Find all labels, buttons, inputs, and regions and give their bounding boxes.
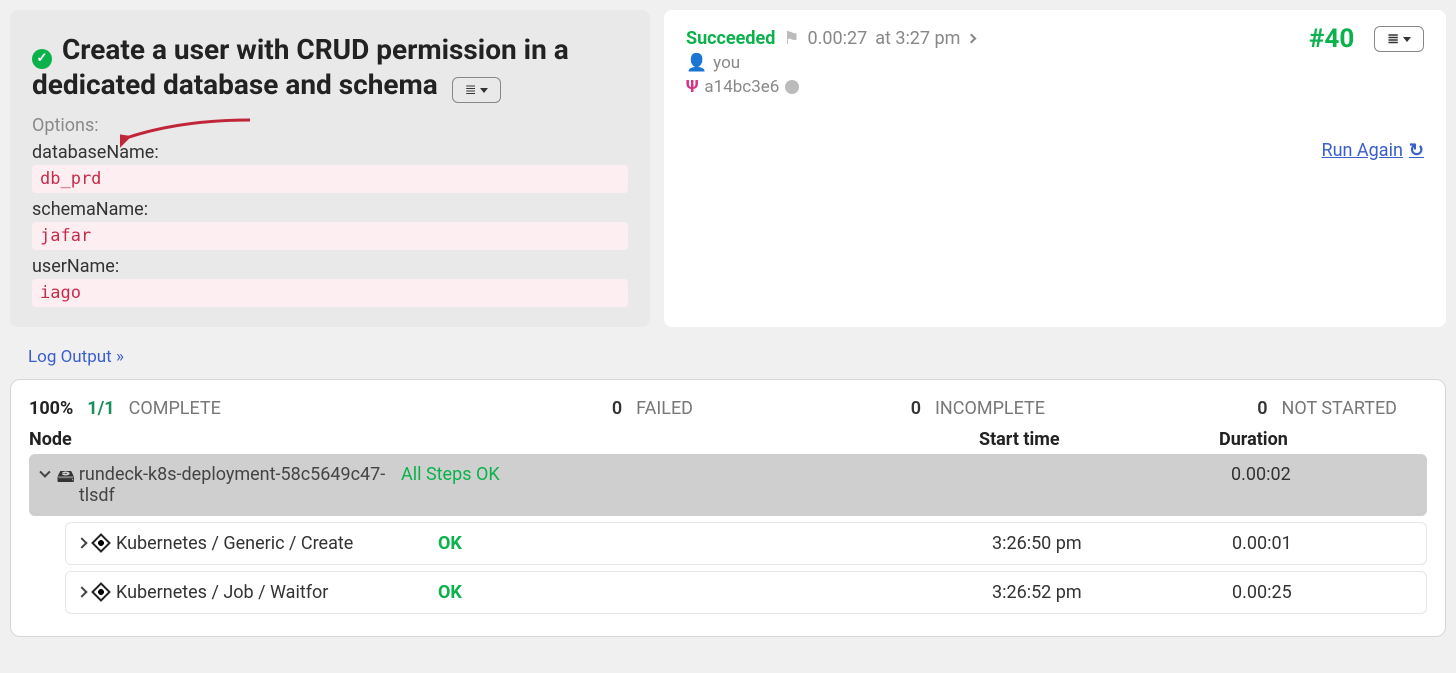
- node-row[interactable]: 🖴 rundeck-k8s-deployment-58c5649c47-tlsd…: [29, 454, 1427, 516]
- job-actions-menu[interactable]: ≣: [452, 77, 502, 103]
- summary-incomplete-count: 0: [911, 398, 921, 419]
- option-label: userName:: [32, 256, 628, 277]
- summary-notstarted-count: 0: [1257, 398, 1267, 419]
- execution-user: you: [713, 53, 740, 73]
- nodes-panel: 100% 1/1 COMPLETE 0 FAILED 0 INCOMPLETE …: [10, 379, 1446, 637]
- step-status: OK: [438, 533, 992, 554]
- summary-failed-label: FAILED: [636, 398, 693, 419]
- disc-icon: [785, 80, 799, 94]
- option-row: databaseName: db_prd: [32, 142, 628, 193]
- table-header: Node Start time Duration: [29, 429, 1427, 450]
- step-name: Kubernetes / Generic / Create: [116, 533, 353, 554]
- execution-actions-menu[interactable]: ≣: [1374, 26, 1424, 52]
- step-duration: 0.00:25: [1232, 582, 1414, 603]
- run-number: #40: [1309, 24, 1354, 54]
- execution-status: Succeeded: [686, 28, 775, 49]
- option-label: schemaName:: [32, 199, 628, 220]
- summary-fraction: 1/1: [87, 398, 114, 419]
- scm-hash: a14bc3e6: [704, 77, 779, 97]
- caret-down-icon: [1399, 31, 1411, 47]
- flag-icon: ⚑: [783, 28, 799, 49]
- node-duration: 0.00:02: [1231, 464, 1415, 485]
- summary-complete-label: COMPLETE: [129, 398, 221, 419]
- step-start: 3:26:52 pm: [992, 582, 1232, 603]
- step-row[interactable]: Kubernetes / Job / Waitfor OK 3:26:52 pm…: [65, 571, 1427, 614]
- node-status: All Steps OK: [401, 464, 991, 485]
- execution-summary-panel: Succeeded ⚑ 0.00:27 at 3:27 pm 👤 you Ψ a…: [664, 10, 1446, 327]
- job-definition-panel: Create a user with CRUD permission in a …: [10, 10, 650, 327]
- chevron-right-icon[interactable]: [967, 34, 977, 44]
- chevron-right-icon[interactable]: [76, 538, 87, 549]
- col-duration: Duration: [1219, 429, 1427, 450]
- option-row: schemaName: jafar: [32, 199, 628, 250]
- step-duration: 0.00:01: [1232, 533, 1414, 554]
- plugin-icon: [91, 582, 111, 602]
- col-node: Node: [29, 429, 389, 450]
- plugin-icon: [91, 533, 111, 553]
- step-status: OK: [438, 582, 992, 603]
- run-again-link[interactable]: Run Again ↻: [1322, 140, 1424, 161]
- node-name: rundeck-k8s-deployment-58c5649c47-tlsdf: [79, 464, 401, 506]
- option-label: databaseName:: [32, 142, 628, 163]
- col-start: Start time: [979, 429, 1219, 450]
- execution-time[interactable]: at 3:27 pm: [875, 28, 960, 49]
- fork-icon: Ψ: [686, 77, 698, 97]
- option-value: jafar: [32, 222, 628, 250]
- summary-failed-count: 0: [612, 398, 622, 419]
- step-row[interactable]: Kubernetes / Generic / Create OK 3:26:50…: [65, 522, 1427, 565]
- caret-down-icon: [476, 82, 488, 98]
- summary-notstarted-label: NOT STARTED: [1282, 398, 1398, 419]
- step-start: 3:26:50 pm: [992, 533, 1232, 554]
- summary-percent: 100%: [29, 398, 73, 419]
- server-icon: 🖴: [57, 464, 75, 494]
- person-icon: 👤: [686, 53, 707, 73]
- chevron-right-icon[interactable]: [76, 587, 87, 598]
- option-value: db_prd: [32, 165, 628, 193]
- step-name: Kubernetes / Job / Waitfor: [116, 582, 328, 603]
- summary-row: 100% 1/1 COMPLETE 0 FAILED 0 INCOMPLETE …: [29, 398, 1427, 419]
- summary-incomplete-label: INCOMPLETE: [935, 398, 1045, 419]
- options-heading: Options:: [32, 115, 628, 136]
- option-value: iago: [32, 279, 628, 307]
- log-output-link[interactable]: Log Output »: [28, 347, 124, 367]
- refresh-icon: ↻: [1409, 140, 1424, 161]
- option-row: userName: iago: [32, 256, 628, 307]
- elapsed-time: 0.00:27: [808, 28, 868, 49]
- status-success-icon: [32, 49, 52, 69]
- chevron-down-icon[interactable]: [39, 466, 50, 477]
